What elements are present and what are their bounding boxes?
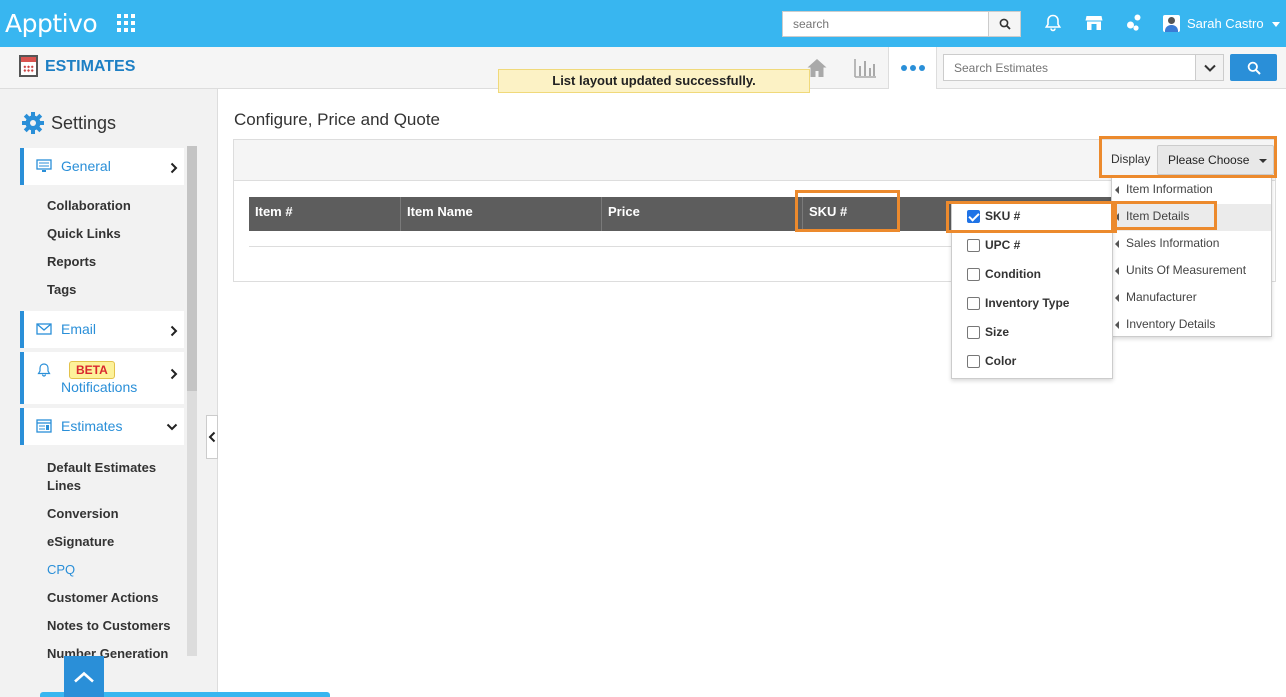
chevron-left-icon [208,431,216,443]
menu-item-units-of-measurement[interactable]: Units Of Measurement [1112,258,1271,285]
checkbox[interactable] [967,238,980,252]
collapse-sidebar-button[interactable] [206,415,218,459]
dot-icon [909,65,916,71]
sidebar-section-label: General [61,158,111,174]
user-name: Sarah Castro [1187,16,1264,31]
checkbox[interactable] [967,325,980,339]
field-option-condition[interactable]: Condition [967,267,1041,281]
sidebar-item-default-estimates-lines[interactable]: Default Estimates Lines [47,459,177,495]
sidebar-section-notifications[interactable]: BETA Notifications [20,352,184,404]
checkbox[interactable] [967,267,980,281]
calculator-icon [19,55,38,77]
menu-item-item-information[interactable]: Item Information [1112,177,1271,204]
display-label: Display [1111,152,1151,166]
beta-badge: BETA [69,361,115,379]
sidebar-item-conversion[interactable]: Conversion [47,505,177,523]
settings-sidebar: Settings General Collaboration Quick Lin… [0,89,218,697]
sidebar-scrollbar-thumb[interactable] [187,146,197,391]
sidebar-item-esignature[interactable]: eSignature [47,533,177,551]
chevron-up-icon [74,671,94,682]
field-option-inventory-type[interactable]: Inventory Type [967,296,1069,310]
chevron-down-icon[interactable] [1272,22,1280,27]
scroll-to-top-button[interactable] [64,656,104,697]
search-options-dropdown[interactable] [1195,54,1224,81]
sidebar-section-estimates[interactable]: Estimates [20,408,184,445]
estimates-search-button[interactable] [1230,54,1277,81]
chevron-down-icon [1203,64,1216,72]
search-icon [999,18,1011,30]
apps-grid-icon[interactable] [117,14,135,32]
settings-title: Settings [21,111,116,135]
bell-icon [37,363,51,377]
chevron-right-icon [170,368,178,380]
display-select[interactable]: Please Choose [1157,145,1274,175]
checkbox[interactable] [967,296,980,310]
sidebar-item-reports[interactable]: Reports [47,253,177,271]
checkbox[interactable] [967,354,980,368]
sidebar-item-collaboration[interactable]: Collaboration [47,197,177,215]
field-option-sku[interactable]: SKU # [967,209,1020,223]
dot-icon [900,65,907,71]
dot-icon [918,65,925,71]
column-header-price[interactable]: Price [602,197,803,231]
bell-icon[interactable] [1043,13,1063,33]
page-title: Configure, Price and Quote [234,110,441,129]
success-toast: List layout updated successfully. [498,69,810,93]
estimate-icon [36,419,52,433]
column-header-item-number[interactable]: Item # [249,197,401,231]
envelope-icon [36,323,52,335]
field-option-size[interactable]: Size [967,325,1009,339]
sidebar-item-notes-to-customers[interactable]: Notes to Customers [47,617,177,635]
users-icon[interactable] [1124,13,1144,33]
checkbox-checked[interactable] [967,209,980,223]
menu-item-inventory-details[interactable]: Inventory Details [1112,312,1271,339]
display-category-menu: Item Information Item Details Sales Info… [1111,176,1272,337]
field-option-upc[interactable]: UPC # [967,238,1020,252]
sidebar-section-label: Estimates [61,418,123,434]
apptivo-logo[interactable]: Apptivo [5,9,98,38]
gear-icon [22,112,44,134]
sidebar-item-cpq[interactable]: CPQ [47,561,177,579]
sidebar-section-label: Notifications [61,379,138,395]
chart-icon[interactable] [853,57,877,79]
top-bar: Apptivo Sarah Castro [0,0,1286,47]
estimates-search-input[interactable] [943,54,1196,81]
sidebar-section-email[interactable]: Email [20,311,184,348]
sidebar-item-customer-actions[interactable]: Customer Actions [47,589,177,607]
sidebar-section-general[interactable]: General [20,148,184,185]
more-options-button[interactable] [888,47,937,89]
column-header-item-name[interactable]: Item Name [401,197,602,231]
sidebar-item-tags[interactable]: Tags [47,281,177,299]
app-title[interactable]: ESTIMATES [45,58,135,76]
chevron-down-icon [166,423,178,431]
avatar [1163,15,1180,32]
user-menu[interactable]: Sarah Castro [1163,15,1264,32]
search-icon [1247,61,1261,75]
menu-item-sales-information[interactable]: Sales Information [1112,231,1271,258]
field-option-color[interactable]: Color [967,354,1016,368]
sidebar-section-label: Email [61,321,97,337]
global-search-input[interactable] [782,11,989,37]
monitor-icon [36,159,52,172]
store-icon[interactable] [1084,13,1104,33]
field-checkbox-menu: SKU # UPC # Condition Inventory Type Siz… [951,201,1113,379]
global-search-button[interactable] [989,11,1021,37]
menu-item-item-details[interactable]: Item Details [1112,204,1271,231]
chevron-right-icon [170,325,178,337]
sidebar-item-quick-links[interactable]: Quick Links [47,225,177,243]
menu-item-manufacturer[interactable]: Manufacturer [1112,285,1271,312]
chevron-right-icon [170,162,178,174]
